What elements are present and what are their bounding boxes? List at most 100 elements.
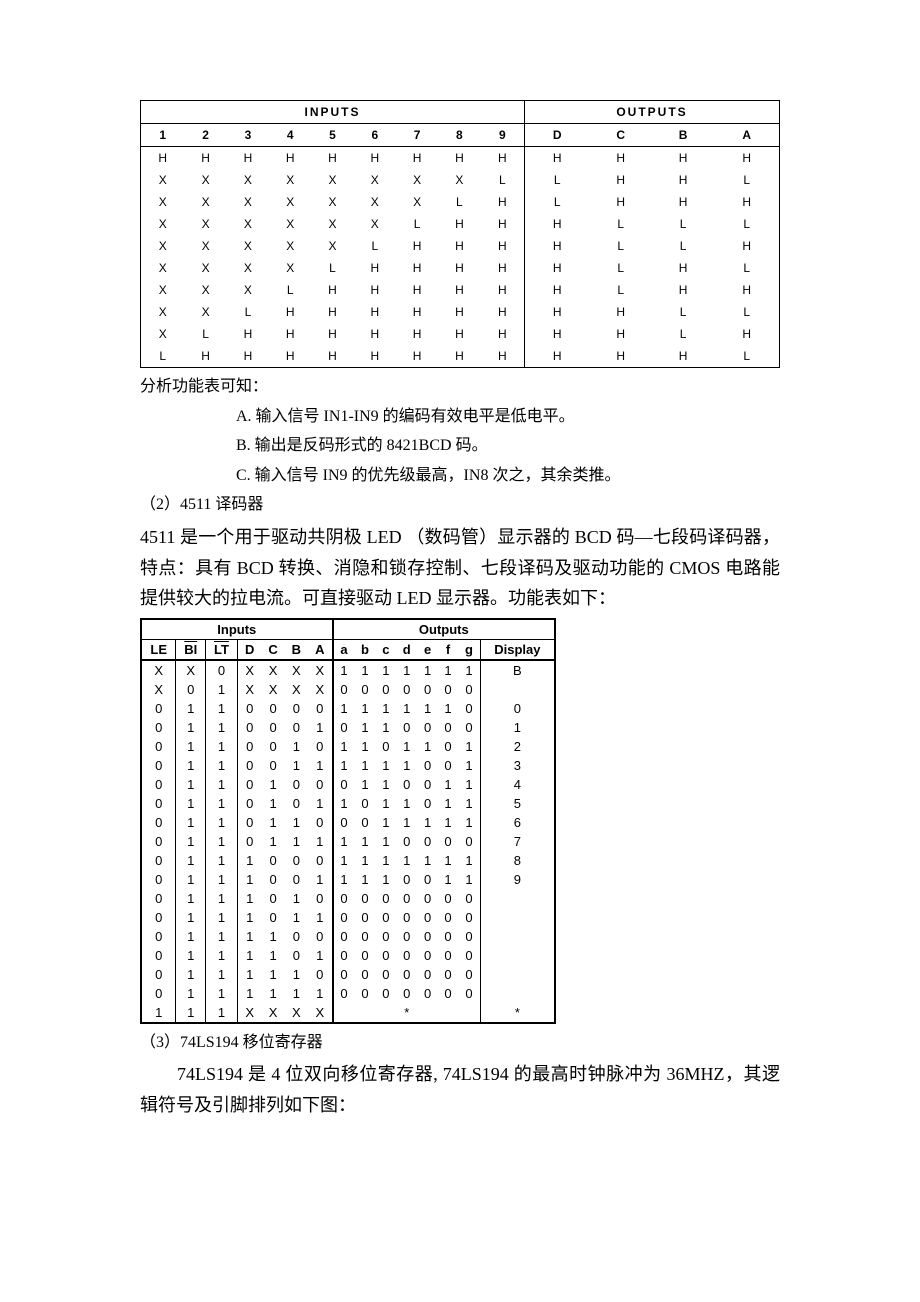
analysis-intro: 分析功能表可知： [140, 374, 780, 400]
table-cell: L [354, 235, 396, 257]
table-cell: 0 [354, 813, 375, 832]
table-cell: H [652, 279, 714, 301]
table-cell: 1 [480, 718, 555, 737]
table-row: X01XXXX0000000 [141, 680, 555, 699]
table-cell: H [481, 257, 525, 279]
table-cell: H [269, 345, 311, 368]
table-cell: * [480, 1003, 555, 1023]
table-row: XXXXXLHHHHLLH [141, 235, 780, 257]
table-cell: 1 [354, 756, 375, 775]
table-cell: 0 [308, 699, 333, 718]
table-cell: H [481, 345, 525, 368]
table-cell: 0 [285, 927, 308, 946]
table-cell: 0 [438, 908, 458, 927]
table-cell: X [184, 301, 226, 323]
table-cell: 0 [438, 832, 458, 851]
table-cell: 1 [396, 813, 417, 832]
table-cell: L [714, 213, 779, 235]
table-cell: H [481, 147, 525, 170]
truth-table-inputs-outputs: INPUTS OUTPUTS 1 2 3 4 5 6 7 8 9 D C B A… [140, 100, 780, 368]
table-cell: 8 [480, 851, 555, 870]
table-row: 011001011011012 [141, 737, 555, 756]
table-cell: H [714, 147, 779, 170]
table-cell: 1 [354, 737, 375, 756]
table-cell [417, 1003, 437, 1023]
table-cell: 1 [417, 699, 437, 718]
table-cell: 0 [354, 965, 375, 984]
table-cell: 1 [237, 851, 261, 870]
table-cell: 1 [176, 851, 205, 870]
table-cell: 1 [205, 775, 237, 794]
table-cell: 1 [205, 680, 237, 699]
table-cell: 1 [237, 908, 261, 927]
table-cell: 1 [458, 775, 480, 794]
table-cell: 0 [458, 965, 480, 984]
table-cell: H [589, 301, 651, 323]
table-cell: 0 [417, 832, 437, 851]
table-cell: H [438, 345, 480, 368]
table-cell: 1 [205, 946, 237, 965]
table-cell: L [589, 279, 651, 301]
table-row: 011100111100119 [141, 870, 555, 889]
table-cell [354, 1003, 375, 1023]
table-cell: 0 [396, 908, 417, 927]
table-cell: 0 [141, 699, 176, 718]
table-cell: 0 [396, 965, 417, 984]
table-cell: 0 [308, 851, 333, 870]
table-cell: H [311, 301, 353, 323]
table-cell: H [714, 323, 779, 345]
table-cell: 0 [354, 927, 375, 946]
table-cell: 1 [376, 794, 396, 813]
table-cell: 1 [458, 870, 480, 889]
table-row: 011000101100001 [141, 718, 555, 737]
table-cell: 0 [333, 927, 355, 946]
table-cell: 1 [333, 870, 355, 889]
table-cell: X [141, 191, 185, 213]
table-cell: L [481, 169, 525, 191]
table-cell: X [227, 279, 269, 301]
table-cell: L [438, 191, 480, 213]
table-cell: L [652, 301, 714, 323]
table-cell: X [184, 279, 226, 301]
table-cell: X [237, 1003, 261, 1023]
table-cell: 0 [141, 946, 176, 965]
table-cell: L [652, 323, 714, 345]
table-cell: X [141, 213, 185, 235]
table-row: XXXXLHHHHHLHL [141, 257, 780, 279]
table-cell: H [396, 301, 438, 323]
table-cell: 1 [205, 851, 237, 870]
table-cell: X [141, 169, 185, 191]
table-cell: X [308, 660, 333, 680]
table-cell: L [652, 235, 714, 257]
table-cell: H [525, 323, 590, 345]
table-cell: X [227, 257, 269, 279]
table-cell: H [481, 191, 525, 213]
table-cell: 0 [141, 889, 176, 908]
table-cell: X [396, 169, 438, 191]
table-cell: H [438, 279, 480, 301]
table-row: 011011000111116 [141, 813, 555, 832]
table-cell: 0 [141, 718, 176, 737]
table-cell: 1 [261, 965, 284, 984]
table-row: XXXXXXXXLLHHL [141, 169, 780, 191]
table-cell: 1 [333, 737, 355, 756]
point-b: B. 输出是反码形式的 8421BCD 码。 [140, 433, 780, 459]
table-cell: 0 [417, 794, 437, 813]
table-cell: 0 [438, 927, 458, 946]
table-cell: H [481, 301, 525, 323]
table-cell: 1 [438, 660, 458, 680]
table-cell: 0 [376, 946, 396, 965]
table2-inputs-header: Inputs [141, 619, 333, 640]
table-cell: X [269, 169, 311, 191]
table-cell: 0 [417, 718, 437, 737]
table-cell: 1 [205, 870, 237, 889]
table-cell: 1 [308, 756, 333, 775]
table-cell: B [480, 660, 555, 680]
table-cell: 0 [237, 813, 261, 832]
table-cell: 0 [141, 832, 176, 851]
table-cell: H [354, 279, 396, 301]
table-cell: 0 [396, 680, 417, 699]
table-cell: L [714, 257, 779, 279]
table-row: 01111010000000 [141, 946, 555, 965]
table-cell: 0 [285, 870, 308, 889]
